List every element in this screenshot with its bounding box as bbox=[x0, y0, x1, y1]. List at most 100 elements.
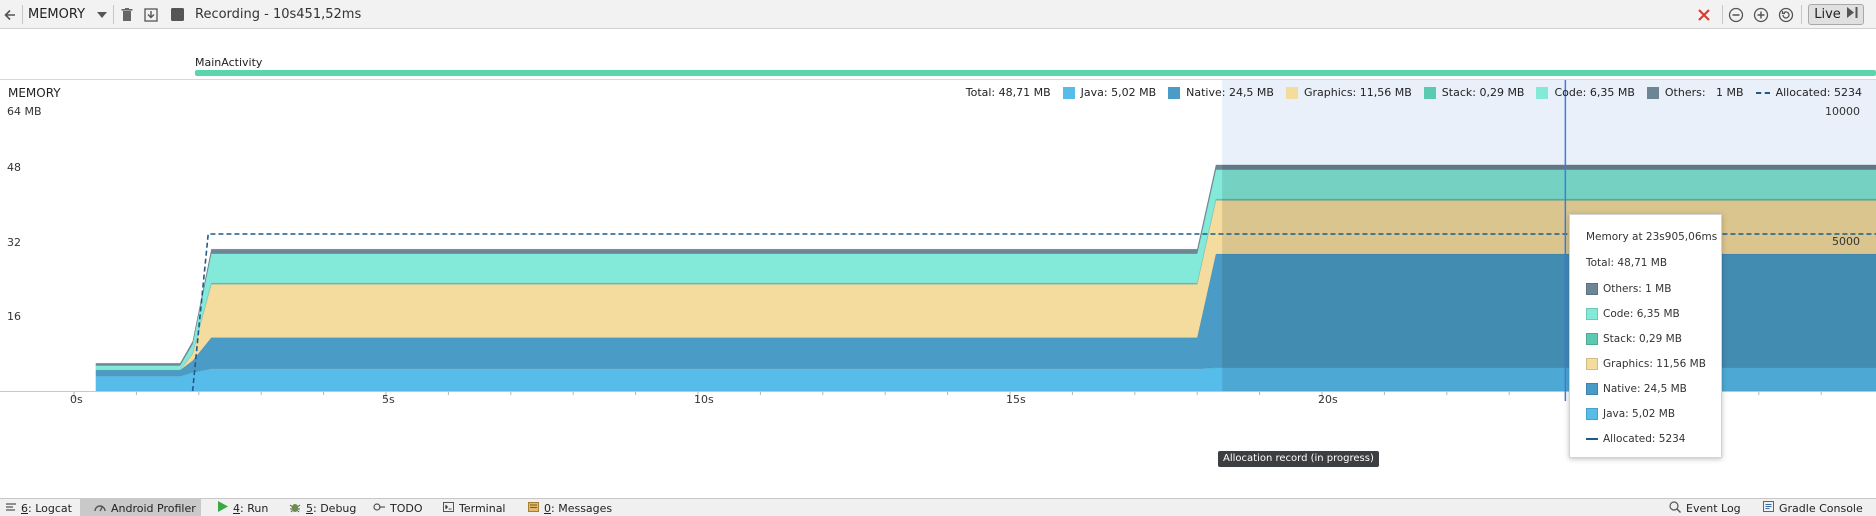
tooltip-row-allocated: Allocated: 5234 bbox=[1586, 432, 1686, 446]
profiler-toolbar: MEMORY Recording - 10s451,52ms Live bbox=[0, 0, 1876, 29]
profiler-dropdown[interactable]: MEMORY bbox=[28, 0, 108, 29]
x-axis-label-5s: 5s bbox=[382, 393, 395, 406]
debug-tab[interactable]: 5: Debug bbox=[289, 499, 356, 516]
y-axis-label-16: 16 bbox=[7, 310, 21, 323]
tooltip-others-label: Others: 1 MB bbox=[1603, 283, 1672, 295]
debug-tab-number: 5 bbox=[306, 501, 313, 515]
legend-allocated-swatch bbox=[1755, 91, 1770, 94]
tooltip-row-native: Native: 24,5 MB bbox=[1586, 382, 1687, 396]
x-axis-label-10s: 10s bbox=[694, 393, 714, 406]
allocation-record-badge: Allocation record (in progress) bbox=[1218, 451, 1379, 467]
logcat-tab-label: : Logcat bbox=[28, 501, 72, 515]
x-axis-label-20s: 20s bbox=[1318, 393, 1338, 406]
zoom-in-icon[interactable] bbox=[1751, 0, 1771, 29]
chevron-down-icon bbox=[97, 7, 108, 22]
tooltip-row-graphics: Graphics: 11,56 MB bbox=[1586, 357, 1706, 371]
run-tab-label: : Run bbox=[240, 501, 269, 515]
activity-bar[interactable] bbox=[195, 70, 1876, 76]
legend-java: Java: 5,02 MB bbox=[1062, 86, 1157, 99]
legend-total-label: Total: 48,71 MB bbox=[965, 86, 1051, 99]
tooltip-row-java: Java: 5,02 MB bbox=[1586, 407, 1675, 421]
legend-others: Others: 1 MB bbox=[1646, 86, 1744, 99]
y-axis-label-48: 48 bbox=[7, 161, 21, 174]
heap-dump-icon[interactable] bbox=[142, 0, 160, 29]
legend-others-label: Others: 1 MB bbox=[1664, 86, 1744, 99]
terminal-icon bbox=[443, 501, 454, 515]
y2-axis-label-5000: 5000 bbox=[1832, 235, 1860, 248]
legend-native: Native: 24,5 MB bbox=[1168, 86, 1274, 99]
live-button[interactable]: Live bbox=[1806, 0, 1866, 29]
terminal-tab-label: Terminal bbox=[459, 501, 506, 515]
android-profiler-tab[interactable]: Android Profiler bbox=[80, 499, 201, 516]
x-axis-label-0s: 0s bbox=[70, 393, 83, 406]
todo-tab-label: TODO bbox=[390, 501, 423, 515]
run-play-icon bbox=[218, 501, 228, 515]
tooltip-java-swatch bbox=[1586, 408, 1598, 420]
activity-label: MainActivity bbox=[195, 56, 263, 69]
tooltip-total: Total: 48,71 MB bbox=[1586, 257, 1668, 269]
legend-stack-swatch bbox=[1423, 86, 1436, 99]
chart-title: MEMORY bbox=[8, 86, 61, 100]
tooltip-others-swatch bbox=[1586, 283, 1598, 295]
tooltip-row-others: Others: 1 MB bbox=[1586, 282, 1671, 296]
tooltip-graphics-swatch bbox=[1586, 358, 1598, 370]
tooltip-row-stack: Stack: 0,29 MB bbox=[1586, 332, 1682, 346]
x-axis-label-15s: 15s bbox=[1006, 393, 1026, 406]
tooltip-allocated-swatch bbox=[1586, 438, 1598, 440]
event-log-icon bbox=[1669, 500, 1681, 516]
legend-allocated-label: Allocated: 5234 bbox=[1775, 86, 1862, 99]
tooltip-native-swatch bbox=[1586, 383, 1598, 395]
messages-tab-number: 0 bbox=[544, 501, 551, 515]
legend-code: Code: 6,35 MB bbox=[1536, 86, 1635, 99]
run-tab-number: 4 bbox=[233, 501, 240, 515]
tooltip-graphics-label: Graphics: 11,56 MB bbox=[1603, 358, 1706, 370]
close-icon[interactable] bbox=[1694, 0, 1714, 29]
debug-bug-icon bbox=[289, 501, 301, 516]
legend-java-label: Java: 5,02 MB bbox=[1080, 86, 1157, 99]
legend-allocated: Allocated: 5234 bbox=[1755, 86, 1862, 99]
messages-tab-label: : Messages bbox=[551, 501, 613, 515]
tooltip-native-label: Native: 24,5 MB bbox=[1603, 383, 1687, 395]
legend-native-swatch bbox=[1168, 86, 1181, 99]
messages-tab[interactable]: 0: Messages bbox=[528, 499, 612, 516]
event-log-tab[interactable]: Event Log bbox=[1669, 499, 1741, 516]
logcat-tab-number: 6 bbox=[21, 501, 28, 515]
profiler-dropdown-label: MEMORY bbox=[28, 7, 86, 22]
todo-tab[interactable]: TODO bbox=[373, 499, 423, 516]
legend-code-label: Code: 6,35 MB bbox=[1554, 86, 1635, 99]
terminal-tab[interactable]: Terminal bbox=[443, 499, 506, 516]
gradle-console-tab[interactable]: Gradle Console bbox=[1763, 499, 1863, 516]
tool-window-bar: 6: Logcat Android Profiler 4: Run 5: Deb… bbox=[0, 498, 1876, 516]
gradle-console-tab-label: Gradle Console bbox=[1779, 501, 1863, 515]
activity-timeline: MainActivity bbox=[0, 29, 1876, 80]
back-arrow-icon[interactable] bbox=[0, 0, 20, 29]
android-profiler-tab-label: Android Profiler bbox=[111, 501, 196, 515]
gradle-console-icon bbox=[1763, 501, 1774, 515]
tooltip-code-label: Code: 6,35 MB bbox=[1603, 308, 1680, 320]
event-log-tab-label: Event Log bbox=[1686, 501, 1741, 515]
memory-tooltip: Memory at 23s905,06ms Total: 48,71 MB Ot… bbox=[1569, 214, 1722, 458]
zoom-out-icon[interactable] bbox=[1726, 0, 1746, 29]
profiler-gauge-icon bbox=[94, 502, 106, 515]
trash-icon[interactable] bbox=[118, 0, 136, 29]
legend-stack: Stack: 0,29 MB bbox=[1423, 86, 1525, 99]
y-axis-label-max: 64 MB bbox=[7, 105, 42, 118]
skip-to-end-icon bbox=[1846, 7, 1858, 22]
run-tab[interactable]: 4: Run bbox=[218, 499, 268, 516]
logcat-tab[interactable]: 6: Logcat bbox=[6, 499, 72, 516]
debug-tab-label: : Debug bbox=[313, 501, 357, 515]
y2-axis-label-10000: 10000 bbox=[1825, 105, 1860, 118]
todo-icon bbox=[373, 502, 385, 515]
legend-graphics-label: Graphics: 11,56 MB bbox=[1303, 86, 1412, 99]
tooltip-allocated-label: Allocated: 5234 bbox=[1603, 433, 1686, 445]
stop-recording-icon[interactable] bbox=[168, 0, 186, 29]
legend-stack-label: Stack: 0,29 MB bbox=[1441, 86, 1525, 99]
live-button-label: Live bbox=[1814, 7, 1841, 22]
legend-java-swatch bbox=[1062, 86, 1075, 99]
tooltip-stack-label: Stack: 0,29 MB bbox=[1603, 333, 1682, 345]
y-axis-label-32: 32 bbox=[7, 236, 21, 249]
legend-code-swatch bbox=[1536, 86, 1549, 99]
reset-zoom-icon[interactable] bbox=[1776, 0, 1796, 29]
legend-graphics-swatch bbox=[1285, 86, 1298, 99]
logcat-icon bbox=[6, 502, 16, 515]
